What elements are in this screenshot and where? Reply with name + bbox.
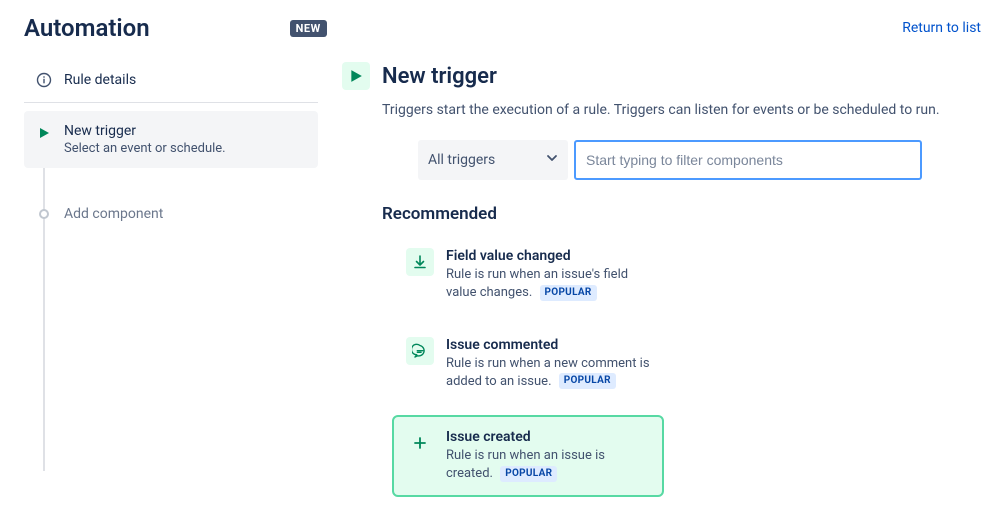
field-change-icon [406,248,434,276]
sidebar-item-label: New trigger [64,123,226,139]
sidebar-item-label: Rule details [64,72,136,88]
recommended-heading: Recommended [382,204,941,224]
panel-title: New trigger [382,64,497,89]
trigger-name: Field value changed [446,248,654,264]
component-filter-input[interactable] [574,140,922,180]
empty-step-icon [36,206,52,222]
popular-badge: POPULAR [540,285,597,301]
popular-badge: POPULAR [559,373,616,389]
plus-icon [406,429,434,457]
play-icon [36,125,52,141]
new-badge: NEW [290,20,327,37]
play-icon [342,62,370,90]
page-title: Automation [24,14,150,42]
trigger-category-dropdown[interactable]: All triggers [418,140,568,180]
panel-description: Triggers start the execution of a rule. … [382,100,941,120]
sidebar-item-add-component[interactable]: Add component [24,196,318,232]
info-icon [36,72,52,88]
sidebar-item-label: Add component [64,206,163,222]
chevron-down-icon [546,152,558,168]
return-to-list-link[interactable]: Return to list [902,20,981,36]
trigger-card-issue-created[interactable]: Issue created Rule is run when an issue … [392,415,664,497]
trigger-desc: Rule is run when an issue's field value … [446,266,654,302]
divider [24,102,318,103]
dropdown-label: All triggers [428,152,495,168]
trigger-name: Issue commented [446,337,654,353]
trigger-desc: Rule is run when a new comment is added … [446,355,654,391]
sidebar-item-rule-details[interactable]: Rule details [24,62,318,98]
trigger-card-issue-commented[interactable]: Issue commented Rule is run when a new c… [394,327,666,401]
popular-badge: POPULAR [500,466,557,482]
comment-icon [406,337,434,365]
sidebar-item-sublabel: Select an event or schedule. [64,141,226,156]
trigger-desc: Rule is run when an issue is created. PO… [446,447,650,483]
trigger-card-field-value-changed[interactable]: Field value changed Rule is run when an … [394,238,666,312]
main-panel: New trigger Triggers start the execution… [342,62,981,511]
trigger-name: Issue created [446,429,650,445]
sidebar-item-new-trigger[interactable]: New trigger Select an event or schedule. [24,111,318,168]
rule-sidebar: Rule details New trigger Select an event… [24,62,318,511]
